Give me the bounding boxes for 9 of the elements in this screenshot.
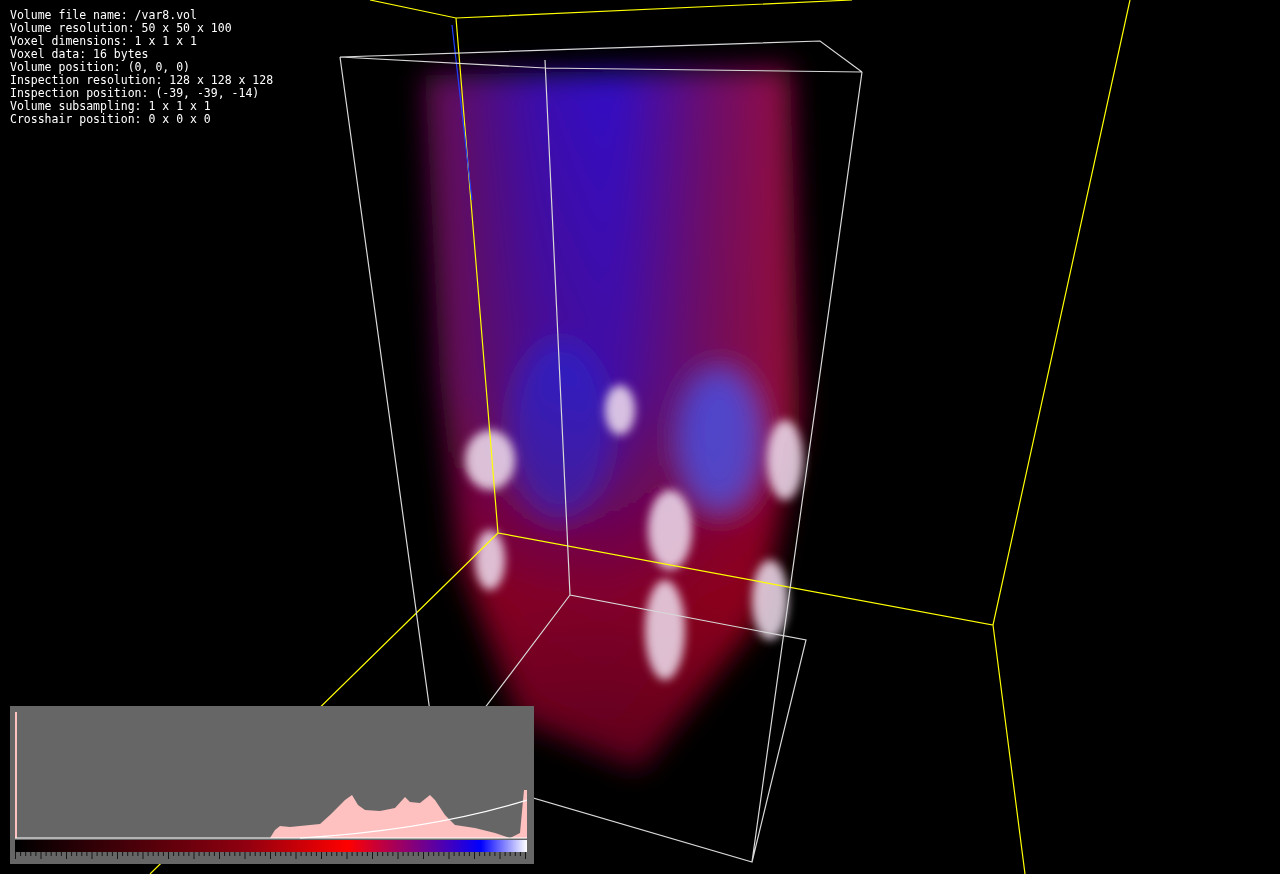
info-text: Inspection resolution: 128 x 128 x 128 xyxy=(10,74,274,87)
info-text: Voxel data: 16 bytes xyxy=(10,48,150,61)
info-text: Voxel dimensions: 1 x 1 x 1 xyxy=(10,35,198,48)
info-text: Inspection position: (-39, -39, -14) xyxy=(10,87,261,100)
info-text: Volume resolution: 50 x 50 x 100 xyxy=(10,22,233,35)
info-text: Volume position: (0, 0, 0) xyxy=(10,61,191,74)
info-text: Volume subsampling: 1 x 1 x 1 xyxy=(10,100,212,113)
info-text: Volume file name: /var8.vol xyxy=(10,9,198,22)
info-text: Crosshair position: 0 x 0 x 0 xyxy=(10,113,212,126)
